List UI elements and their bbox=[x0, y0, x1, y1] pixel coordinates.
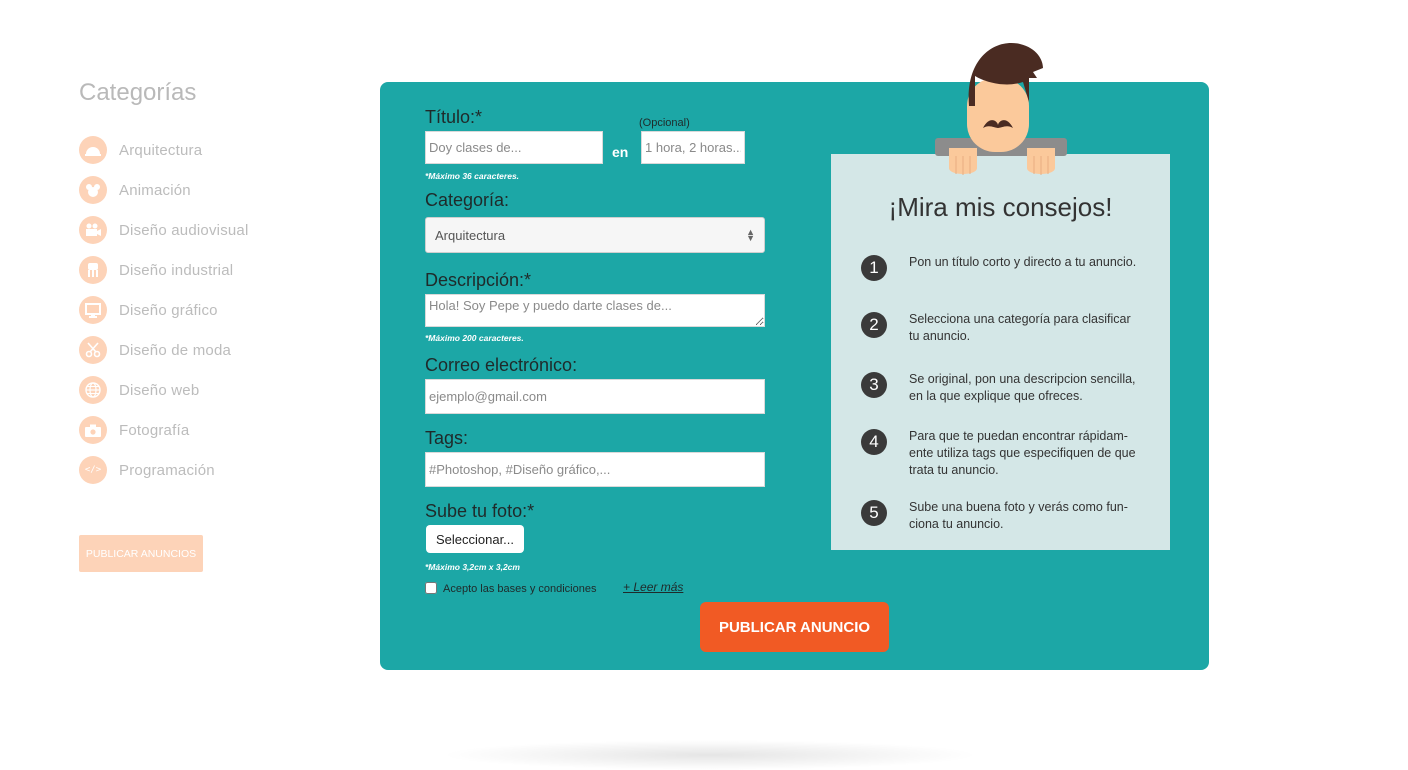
tip-text: Selecciona una categoría para clasificar… bbox=[909, 312, 1131, 343]
tip-text: Pon un título corto y directo a tu anunc… bbox=[909, 255, 1137, 269]
sidebar-item-label: Diseño industrial bbox=[119, 261, 234, 279]
sidebar-item-diseno-industrial[interactable]: Diseño industrial bbox=[79, 250, 339, 290]
tip-text: Sube una buena foto y verás como fun- ci… bbox=[909, 500, 1128, 531]
photo-label: Sube tu foto:* bbox=[425, 501, 535, 521]
tip-number-badge: 5 bbox=[861, 500, 887, 526]
publish-ad-button[interactable]: PUBLICAR ANUNCIO bbox=[700, 602, 889, 652]
camera-icon bbox=[79, 416, 107, 444]
category-sidebar: Categorías Arquitectura Animación Diseño… bbox=[79, 78, 339, 572]
hand-icon bbox=[79, 256, 107, 284]
email-label: Correo electrónico: bbox=[425, 355, 578, 375]
tip-item: 3 Se original, pon una descripcion senci… bbox=[861, 371, 1151, 405]
title-input[interactable] bbox=[425, 131, 603, 164]
sidebar-item-label: Animación bbox=[119, 181, 191, 199]
tags-input[interactable] bbox=[425, 452, 765, 487]
sidebar-title: Categorías bbox=[79, 79, 197, 106]
read-more-link[interactable]: + Leer más bbox=[623, 580, 683, 594]
tip-number-badge: 4 bbox=[861, 429, 887, 455]
description-label: Descripción:* bbox=[425, 270, 532, 290]
category-label: Categoría: bbox=[425, 190, 510, 210]
en-label: en bbox=[612, 144, 629, 160]
description-textarea[interactable] bbox=[425, 294, 765, 327]
description-hint: *Máximo 200 caracteres. bbox=[425, 333, 524, 343]
tip-item: 1 Pon un título corto y directo a tu anu… bbox=[861, 254, 1151, 281]
sidebar-item-label: Arquitectura bbox=[119, 141, 203, 159]
tags-label: Tags: bbox=[425, 428, 469, 448]
tip-item: 4 Para que te puedan encontrar rápidam- … bbox=[861, 428, 1151, 479]
mouse-ears-icon bbox=[79, 176, 107, 204]
sidebar-item-label: Programación bbox=[119, 461, 215, 479]
photo-hint: *Máximo 3,2cm x 3,2cm bbox=[425, 562, 520, 572]
globe-icon bbox=[79, 376, 107, 404]
category-select-value: Arquitectura bbox=[435, 227, 506, 243]
video-camera-icon bbox=[79, 216, 107, 244]
sidebar-item-animacion[interactable]: Animación bbox=[79, 170, 339, 210]
sidebar-item-arquitectura[interactable]: Arquitectura bbox=[79, 130, 339, 170]
sidebar-item-label: Diseño de moda bbox=[119, 341, 232, 359]
sidebar-item-diseno-audiovisual[interactable]: Diseño audiovisual bbox=[79, 210, 339, 250]
tip-number-badge: 1 bbox=[861, 255, 887, 281]
duration-input[interactable] bbox=[641, 131, 745, 164]
sidebar-item-label: Diseño gráfico bbox=[119, 301, 218, 319]
tip-text: Se original, pon una descripcion sencill… bbox=[909, 372, 1136, 403]
sidebar-item-diseno-de-moda[interactable]: Diseño de moda bbox=[79, 330, 339, 370]
category-select[interactable]: Arquitectura ▲ ▼ bbox=[425, 217, 765, 253]
page-bottom-shadow bbox=[440, 740, 980, 770]
monitor-icon bbox=[79, 296, 107, 324]
publish-ads-button[interactable]: PUBLICAR ANUNCIOS bbox=[79, 535, 203, 572]
tip-number-badge: 3 bbox=[861, 372, 887, 398]
title-hint: *Máximo 36 caracteres. bbox=[425, 171, 520, 181]
scissors-icon bbox=[79, 336, 107, 364]
email-input[interactable] bbox=[425, 379, 765, 414]
tip-text: Para que te puedan encontrar rápidam- en… bbox=[909, 429, 1136, 477]
sidebar-item-diseno-grafico[interactable]: Diseño gráfico bbox=[79, 290, 339, 330]
optional-label: (Opcional) bbox=[639, 117, 690, 129]
title-label: Título:* bbox=[425, 107, 483, 127]
category-list: Arquitectura Animación Diseño audiovisua… bbox=[79, 130, 339, 490]
sidebar-item-label: Fotografía bbox=[119, 421, 190, 439]
code-icon: </> bbox=[79, 456, 107, 484]
terms-checkbox[interactable] bbox=[425, 582, 437, 594]
sidebar-item-label: Diseño web bbox=[119, 381, 200, 399]
select-file-button[interactable]: Seleccionar... bbox=[426, 525, 524, 553]
sidebar-item-diseno-web[interactable]: Diseño web bbox=[79, 370, 339, 410]
tip-number-badge: 2 bbox=[861, 312, 887, 338]
terms-label: Acepto las bases y condiciones bbox=[443, 583, 597, 595]
helmet-icon bbox=[79, 136, 107, 164]
sidebar-item-programacion[interactable]: </> Programación bbox=[79, 450, 339, 490]
sidebar-item-fotografia[interactable]: Fotografía bbox=[79, 410, 339, 450]
sidebar-item-label: Diseño audiovisual bbox=[119, 221, 249, 239]
tips-card: ¡Mira mis consejos! 1 Pon un título cort… bbox=[831, 154, 1170, 550]
select-arrows-icon: ▲ ▼ bbox=[746, 227, 755, 243]
tip-item: 2 Selecciona una categoría para clasific… bbox=[861, 311, 1151, 345]
mustache-man-mascot bbox=[935, 42, 1067, 175]
tip-item: 5 Sube una buena foto y verás como fun- … bbox=[861, 499, 1151, 533]
tips-title: ¡Mira mis consejos! bbox=[888, 192, 1113, 222]
